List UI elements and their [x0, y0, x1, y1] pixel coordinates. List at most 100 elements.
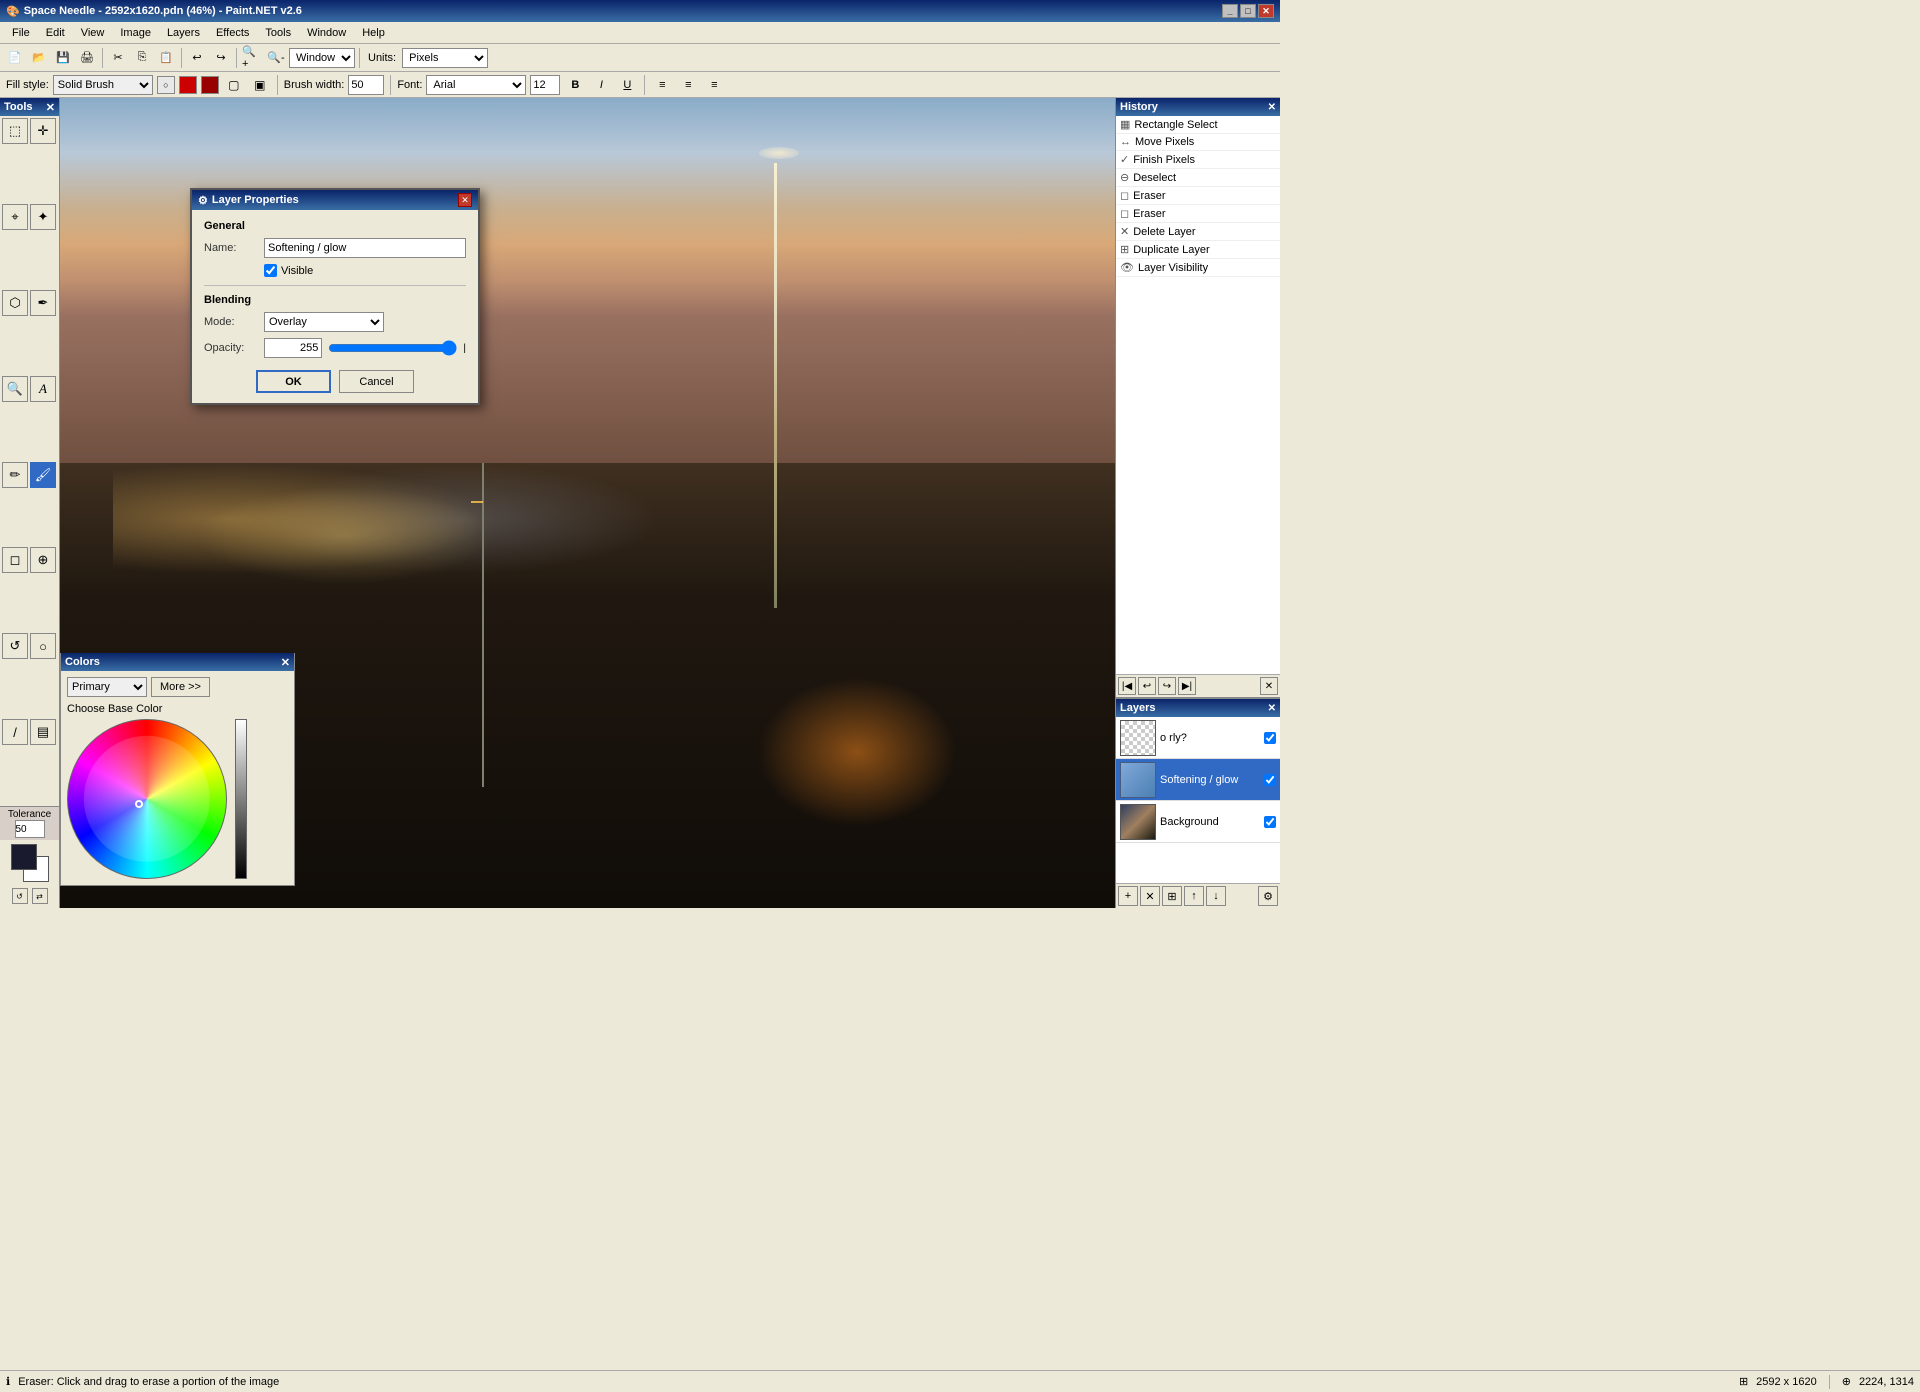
history-item-eraser-2[interactable]: ◻ Eraser [1116, 205, 1280, 223]
layer-delete-button[interactable]: ✕ [1140, 886, 1160, 906]
save-button[interactable]: 💾 [52, 47, 74, 69]
history-item-move-pixels[interactable]: ↔ Move Pixels [1116, 134, 1280, 151]
layer-add-button[interactable]: + [1118, 886, 1138, 906]
history-close-button[interactable]: ✕ [1268, 102, 1276, 113]
menu-file[interactable]: File [4, 25, 38, 41]
foreground-color-swatch[interactable] [11, 844, 37, 870]
dialog-title-bar[interactable]: ⚙ Layer Properties ✕ [192, 190, 478, 210]
menu-window[interactable]: Window [299, 25, 354, 41]
history-undo-button[interactable]: ↩ [1138, 677, 1156, 695]
bold-button[interactable]: B [564, 74, 586, 96]
history-clear-button[interactable]: ✕ [1260, 677, 1278, 695]
menu-view[interactable]: View [73, 25, 113, 41]
fill-swatch-2[interactable] [179, 76, 197, 94]
history-item-deselect[interactable]: ⊖ Deselect [1116, 169, 1280, 187]
layer-up-button[interactable]: ↑ [1184, 886, 1204, 906]
layer-visible-background[interactable] [1264, 816, 1276, 828]
line-tool[interactable]: / [2, 719, 28, 745]
layer-properties-button[interactable]: ⚙ [1258, 886, 1278, 906]
paste-button[interactable]: 📋 [155, 47, 177, 69]
text-tool[interactable]: A [30, 376, 56, 402]
opacity-slider[interactable] [328, 341, 457, 355]
history-item-finish-pixels[interactable]: ✓ Finish Pixels [1116, 151, 1280, 169]
zoom-select[interactable]: Window 25% 46% 100% [289, 48, 355, 68]
font-size-input[interactable] [530, 75, 560, 95]
fillstyle-select[interactable]: Solid Brush No Fill Brush [53, 75, 153, 95]
dialog-close-button[interactable]: ✕ [458, 193, 472, 207]
fill-type-1[interactable]: ▢ [223, 74, 245, 96]
align-right-button[interactable]: ≡ [703, 74, 725, 96]
history-item-duplicate-layer[interactable]: ⊞ Duplicate Layer [1116, 241, 1280, 259]
align-center-button[interactable]: ≡ [677, 74, 699, 96]
minimize-button[interactable]: _ [1222, 4, 1238, 18]
layers-close-button[interactable]: ✕ [1268, 703, 1276, 714]
history-redo-button[interactable]: ↪ [1158, 677, 1176, 695]
cancel-button[interactable]: Cancel [339, 370, 414, 393]
color-picker-tool[interactable]: ✒ [30, 290, 56, 316]
move-tool[interactable]: ✛ [30, 118, 56, 144]
fill-type-2[interactable]: ▣ [249, 74, 271, 96]
history-item-layer-visibility[interactable]: 👁 Layer Visibility [1116, 259, 1280, 277]
zoom-out-button[interactable]: 🔍- [265, 47, 287, 69]
reset-colors-button[interactable]: ↺ [12, 888, 28, 904]
redo-button[interactable]: ↪ [210, 47, 232, 69]
history-back-button[interactable]: |◀ [1118, 677, 1136, 695]
layer-item-orly[interactable]: o rly? [1116, 717, 1280, 759]
new-button[interactable]: 📄 [4, 47, 26, 69]
zoom-in-button[interactable]: 🔍+ [241, 47, 263, 69]
menu-tools[interactable]: Tools [257, 25, 299, 41]
shapes-tool[interactable]: ○ [30, 633, 56, 659]
layer-item-background[interactable]: Background [1116, 801, 1280, 843]
menu-effects[interactable]: Effects [208, 25, 257, 41]
saturation-bar[interactable] [235, 719, 247, 879]
undo-button[interactable]: ↩ [186, 47, 208, 69]
align-left-button[interactable]: ≡ [651, 74, 673, 96]
pencil-tool[interactable]: ✏ [2, 462, 28, 488]
close-button[interactable]: ✕ [1258, 4, 1274, 18]
lasso-tool[interactable]: ⌖ [2, 204, 28, 230]
paintbrush-tool[interactable]: 🖌 [30, 462, 56, 488]
tools-close[interactable]: ✕ [46, 101, 55, 114]
colors-close-button[interactable]: ✕ [281, 656, 290, 669]
eraser-tool[interactable]: ◻ [2, 547, 28, 573]
gradient-tool[interactable]: ▤ [30, 719, 56, 745]
recolor-tool[interactable]: ↺ [2, 633, 28, 659]
opacity-input[interactable] [264, 338, 322, 358]
rectangle-select-tool[interactable]: ⬚ [2, 118, 28, 144]
underline-button[interactable]: U [616, 74, 638, 96]
history-forward-button[interactable]: ▶| [1178, 677, 1196, 695]
fill-swatch-1[interactable]: ○ [157, 76, 175, 94]
print-button[interactable]: 🖨 [76, 47, 98, 69]
colors-primary-select[interactable]: Primary Secondary [67, 677, 147, 697]
paint-bucket-tool[interactable]: ⬡ [2, 290, 28, 316]
cut-button[interactable]: ✂ [107, 47, 129, 69]
history-item-eraser-1[interactable]: ◻ Eraser [1116, 187, 1280, 205]
canvas-area[interactable]: ⚙ Layer Properties ✕ General Name: Visib… [60, 98, 1115, 908]
ok-button[interactable]: OK [256, 370, 331, 393]
history-item-delete-layer[interactable]: ✕ Delete Layer [1116, 223, 1280, 241]
brush-width-input[interactable] [348, 75, 384, 95]
menu-image[interactable]: Image [112, 25, 159, 41]
layer-item-softening[interactable]: Softening / glow [1116, 759, 1280, 801]
layer-visible-checkbox[interactable] [264, 264, 277, 277]
menu-help[interactable]: Help [354, 25, 393, 41]
colors-more-button[interactable]: More >> [151, 677, 210, 697]
tolerance-input[interactable] [15, 820, 45, 838]
layer-down-button[interactable]: ↓ [1206, 886, 1226, 906]
units-select[interactable]: Pixels Inches Centimeters [402, 48, 488, 68]
blend-mode-select[interactable]: Normal Multiply Screen Overlay Darken Li… [264, 312, 384, 332]
menu-layers[interactable]: Layers [159, 25, 208, 41]
copy-button[interactable]: ⎘ [131, 47, 153, 69]
open-button[interactable]: 📂 [28, 47, 50, 69]
menu-edit[interactable]: Edit [38, 25, 73, 41]
zoom-tool[interactable]: 🔍 [2, 376, 28, 402]
italic-button[interactable]: I [590, 74, 612, 96]
history-item-rectangle-select[interactable]: ▦ Rectangle Select [1116, 116, 1280, 134]
color-wheel[interactable] [67, 719, 227, 879]
layer-visible-softening[interactable] [1264, 774, 1276, 786]
font-select[interactable]: Arial Times New Roman [426, 75, 526, 95]
layer-visible-orly[interactable] [1264, 732, 1276, 744]
fill-swatch-3[interactable] [201, 76, 219, 94]
layer-duplicate-button[interactable]: ⊞ [1162, 886, 1182, 906]
maximize-button[interactable]: □ [1240, 4, 1256, 18]
